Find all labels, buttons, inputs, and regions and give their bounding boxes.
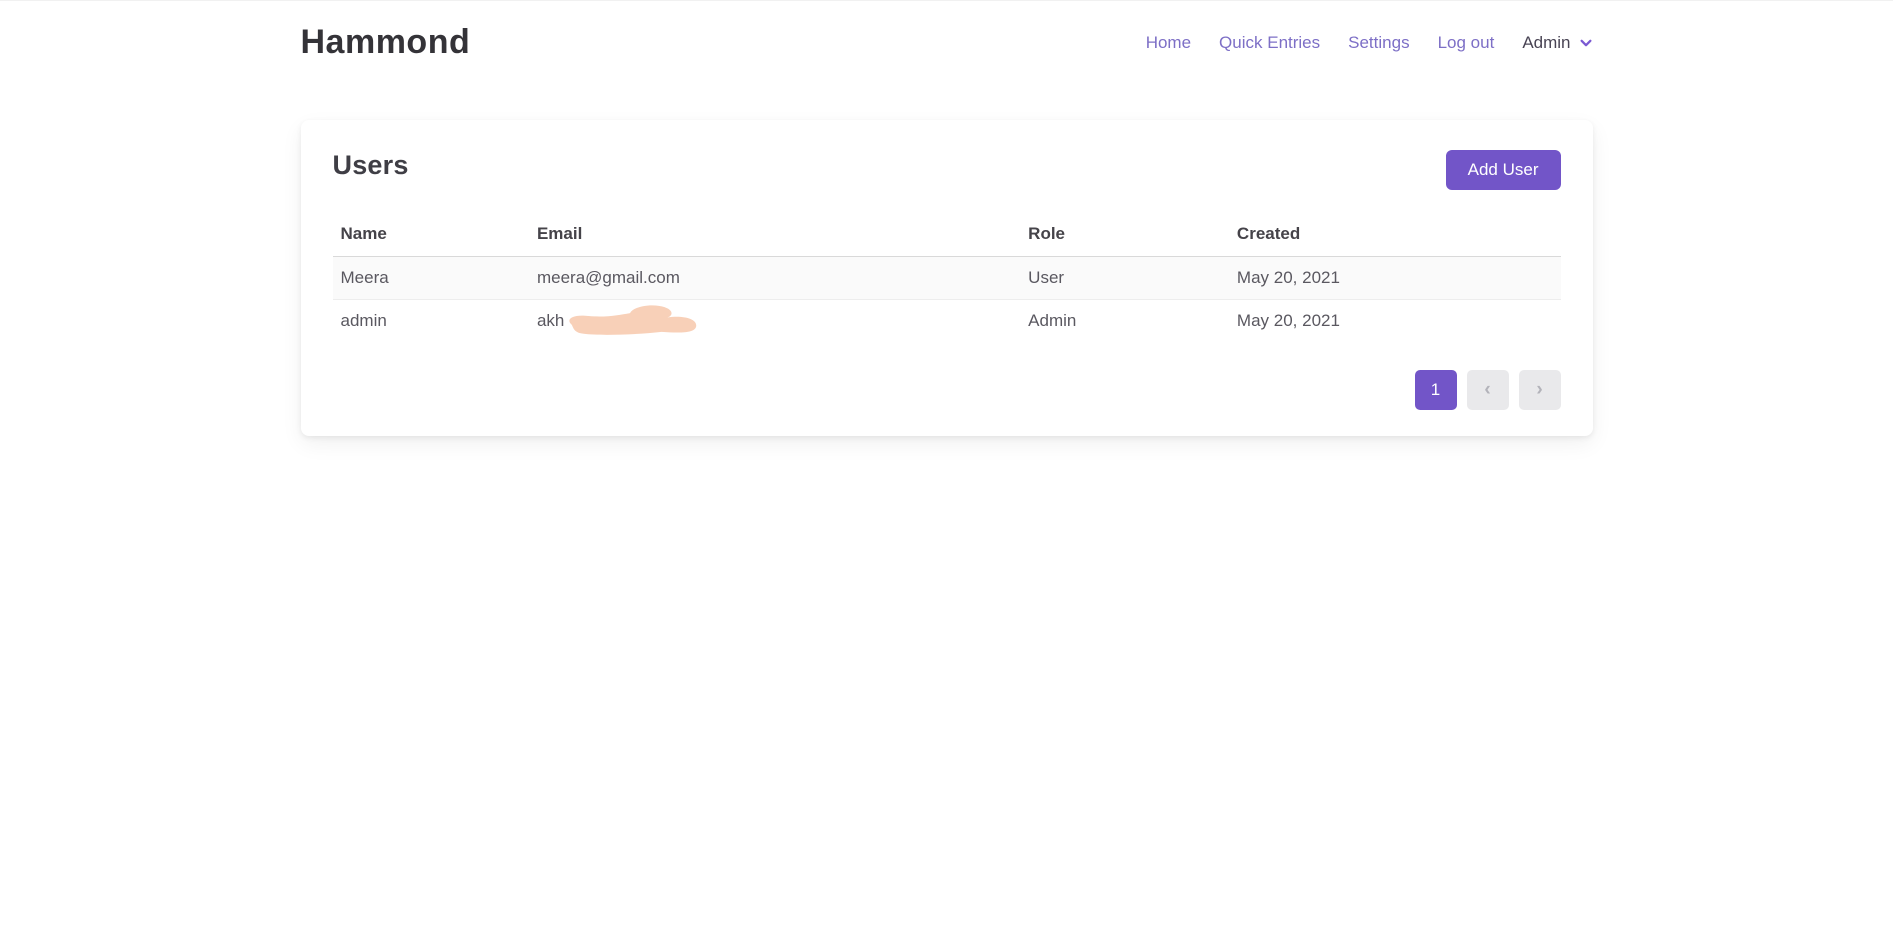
main-nav: Home Quick Entries Settings Log out Admi…: [1146, 33, 1593, 53]
add-user-button[interactable]: Add User: [1446, 150, 1561, 190]
pagination-page-1[interactable]: 1: [1415, 370, 1457, 410]
nav-link-quick-entries[interactable]: Quick Entries: [1219, 33, 1320, 53]
chevron-right-icon: ›: [1536, 379, 1542, 401]
brand-logo[interactable]: Hammond: [301, 23, 471, 62]
email-visible-fragment: akh: [537, 311, 564, 330]
cell-role: Admin: [1020, 300, 1229, 343]
chevron-left-icon: ‹: [1484, 379, 1490, 401]
page-title: Users: [333, 150, 409, 181]
user-menu-label: Admin: [1522, 33, 1570, 53]
pagination: 1 ‹ ›: [333, 370, 1561, 410]
cell-name: admin: [333, 300, 529, 343]
site-header: Hammond Home Quick Entries Settings Log …: [0, 1, 1893, 76]
cell-role: User: [1020, 257, 1229, 300]
table-row: admin akh Admin May 20, 2021: [333, 300, 1561, 343]
column-header-name: Name: [333, 216, 529, 257]
table-row: Meera meera@gmail.com User May 20, 2021: [333, 257, 1561, 300]
user-menu[interactable]: Admin: [1522, 33, 1592, 53]
column-header-created: Created: [1229, 216, 1561, 257]
cell-created: May 20, 2021: [1229, 257, 1561, 300]
pagination-next-button[interactable]: ›: [1519, 370, 1561, 410]
nav-link-logout[interactable]: Log out: [1438, 33, 1495, 53]
column-header-email: Email: [529, 216, 1020, 257]
cell-email: akh: [529, 300, 1020, 343]
nav-link-settings[interactable]: Settings: [1348, 33, 1409, 53]
users-card: Users Add User Name Email Role Created: [301, 120, 1593, 436]
table-header-row: Name Email Role Created: [333, 216, 1561, 257]
cell-name: Meera: [333, 257, 529, 300]
users-table: Name Email Role Created Meera meera@gmai…: [333, 216, 1561, 342]
nav-link-home[interactable]: Home: [1146, 33, 1191, 53]
chevron-down-icon: [1579, 36, 1593, 50]
cell-created: May 20, 2021: [1229, 300, 1561, 343]
cell-email: meera@gmail.com: [529, 257, 1020, 300]
pagination-prev-button[interactable]: ‹: [1467, 370, 1509, 410]
redaction-scribble: [562, 304, 700, 336]
main-content: Users Add User Name Email Role Created: [0, 76, 1893, 436]
column-header-role: Role: [1020, 216, 1229, 257]
